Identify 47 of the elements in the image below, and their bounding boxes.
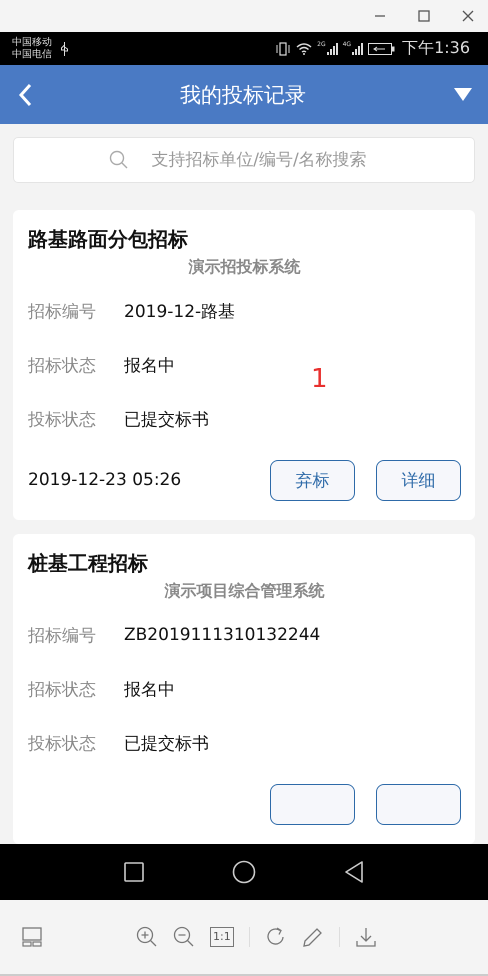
field-label: 招标编号: [28, 300, 97, 322]
card-title: 桩基工程招标: [28, 550, 149, 577]
actual-size-button[interactable]: 1:1: [210, 927, 234, 947]
system-name: 演示招投标系统: [188, 256, 302, 278]
signal-icon: [352, 42, 364, 54]
field-label: 投标状态: [28, 732, 97, 754]
button-outline[interactable]: [270, 784, 355, 824]
recent-apps-icon[interactable]: [124, 862, 144, 882]
field-label: 招标编号: [28, 624, 97, 646]
field-value: 已提交标书: [124, 732, 209, 754]
back-triangle-icon[interactable]: [344, 861, 364, 883]
home-icon[interactable]: [232, 860, 256, 884]
date-time: 2019-12-23 05:26: [28, 470, 182, 490]
carrier-name: 中国移动: [12, 36, 52, 48]
system-name: 演示项目综合管理系统: [164, 580, 326, 602]
clock-time: 下午1:36: [402, 38, 470, 59]
dropdown-triangle-icon[interactable]: [454, 88, 472, 101]
back-icon[interactable]: [18, 82, 32, 106]
field-value: ZB2019111310132244: [124, 625, 320, 645]
layout-icon[interactable]: [22, 927, 42, 947]
pencil-icon[interactable]: [302, 926, 324, 948]
field-label: 投标状态: [28, 408, 97, 430]
action-button[interactable]: 弃标: [270, 460, 355, 500]
search-field[interactable]: 支持招标单位/编号/名称搜索: [13, 137, 475, 183]
download-icon[interactable]: [354, 926, 377, 948]
vibrate-icon: [275, 42, 292, 56]
zoom-out-icon[interactable]: [173, 926, 195, 948]
carrier-name: 中国电信: [12, 48, 52, 60]
button-outline[interactable]: [376, 784, 461, 824]
close-icon[interactable]: [462, 10, 474, 22]
search-icon: [109, 150, 129, 170]
usb-icon: [60, 42, 69, 56]
battery-icon: [368, 42, 396, 54]
field-value: 报名中: [124, 354, 175, 376]
wifi-icon: [296, 42, 312, 55]
field-label: 招标状态: [28, 678, 97, 700]
zoom-in-icon[interactable]: [136, 926, 158, 948]
card-title: 路基路面分包招标: [28, 226, 189, 253]
page-title: 我的投标记录: [179, 82, 307, 108]
maximize-icon[interactable]: [418, 10, 430, 22]
field-value: 已提交标书: [124, 408, 209, 430]
field-value: 2019-12-路基: [124, 300, 236, 322]
annotation-number: 1: [311, 364, 328, 394]
signal-icon: [326, 42, 338, 54]
action-button[interactable]: 详细: [376, 460, 461, 500]
field-label: 招标状态: [28, 354, 97, 376]
field-value: 报名中: [124, 678, 175, 700]
